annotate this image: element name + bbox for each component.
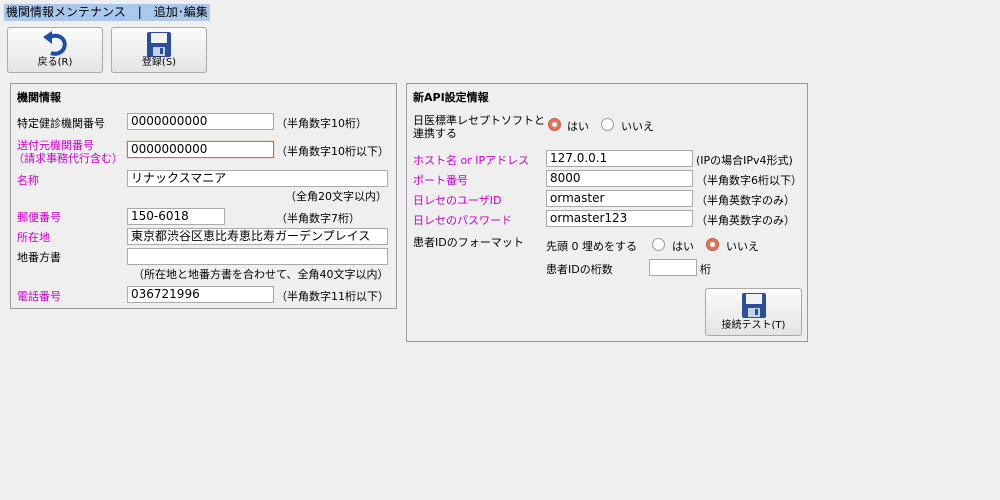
user-hint: （半角英数字のみ） — [696, 194, 795, 207]
patient-digits-label: 患者IDの桁数 — [546, 263, 613, 276]
link-no-radio[interactable] — [601, 118, 614, 131]
save-button-label: 登録(S) — [141, 57, 177, 68]
host-hint: (IPの場合IPv4形式) — [696, 154, 793, 167]
sender-no-sublabel: （請求事務代行含む） — [13, 152, 123, 165]
zero-fill-no-radio[interactable] — [706, 238, 719, 251]
back-button-label: 戻る(R) — [37, 57, 73, 68]
password-hint: （半角英数字のみ） — [696, 214, 795, 227]
connection-test-label: 接続テスト(T) — [721, 320, 786, 331]
save-button[interactable]: 登録(S) — [111, 27, 207, 73]
back-button[interactable]: 戻る(R) — [7, 27, 103, 73]
patient-digits-unit: 桁 — [700, 263, 711, 276]
port-hint: （半角数字6桁以下） — [696, 174, 802, 187]
sender-no-hint: （半角数字10桁以下） — [276, 145, 389, 158]
zero-fill-label: 先頭 0 埋めをする — [546, 240, 637, 253]
phone-hint: （半角数字11桁以下） — [276, 290, 389, 303]
user-label: 日レセのユーザID — [413, 194, 502, 207]
name-label: 名称 — [17, 174, 39, 187]
phone-input[interactable]: 036721996 — [127, 286, 274, 303]
name-input[interactable]: リナックスマニア — [127, 170, 388, 187]
lot-label: 地番方書 — [17, 251, 61, 264]
name-hint: （全角20文字以内） — [285, 190, 387, 203]
password-label: 日レセのパスワード — [413, 214, 512, 227]
postal-label: 郵便番号 — [17, 211, 61, 224]
link-yes-radio[interactable] — [548, 118, 561, 131]
phone-label: 電話番号 — [17, 290, 61, 303]
patient-digits-input[interactable] — [649, 259, 697, 276]
postal-input[interactable]: 150-6018 — [127, 208, 225, 225]
link-yes-label: はい — [567, 120, 589, 133]
port-label: ポート番号 — [413, 174, 468, 187]
lot-hint: （所在地と地番方書を合わせて、全角40文字以内） — [133, 268, 389, 281]
org-info-title: 機関情報 — [17, 91, 61, 104]
window-title: 機関情報メンテナンス | 追加･編集 — [4, 4, 210, 21]
checkup-no-hint: （半角数字10桁） — [276, 117, 367, 130]
link-sublabel: 連携する — [413, 127, 457, 140]
checkup-no-label: 特定健診機関番号 — [17, 117, 105, 130]
port-input[interactable]: 8000 — [546, 170, 693, 187]
postal-hint: （半角数字7桁） — [276, 212, 360, 225]
zero-fill-yes-label: はい — [672, 240, 694, 253]
host-input[interactable]: 127.0.0.1 — [546, 150, 693, 167]
patient-format-label: 患者IDのフォーマット — [413, 236, 524, 249]
connection-test-button[interactable]: 接続テスト(T) — [705, 288, 802, 336]
user-input[interactable]: ormaster — [546, 190, 693, 207]
address-label: 所在地 — [17, 231, 50, 244]
host-label: ホスト名 or IPアドレス — [413, 154, 530, 167]
checkup-no-input[interactable]: 0000000000 — [127, 113, 274, 130]
password-input[interactable]: ormaster123 — [546, 210, 693, 227]
address-input[interactable]: 東京都渋谷区恵比寿恵比寿ガーデンプレイス — [127, 228, 388, 245]
sender-no-input[interactable]: 0000000000 — [127, 141, 274, 158]
zero-fill-yes-radio[interactable] — [652, 238, 665, 251]
zero-fill-no-label: いいえ — [726, 240, 759, 253]
api-settings-title: 新API設定情報 — [413, 91, 489, 104]
link-no-label: いいえ — [621, 120, 654, 133]
lot-input[interactable] — [127, 248, 388, 265]
